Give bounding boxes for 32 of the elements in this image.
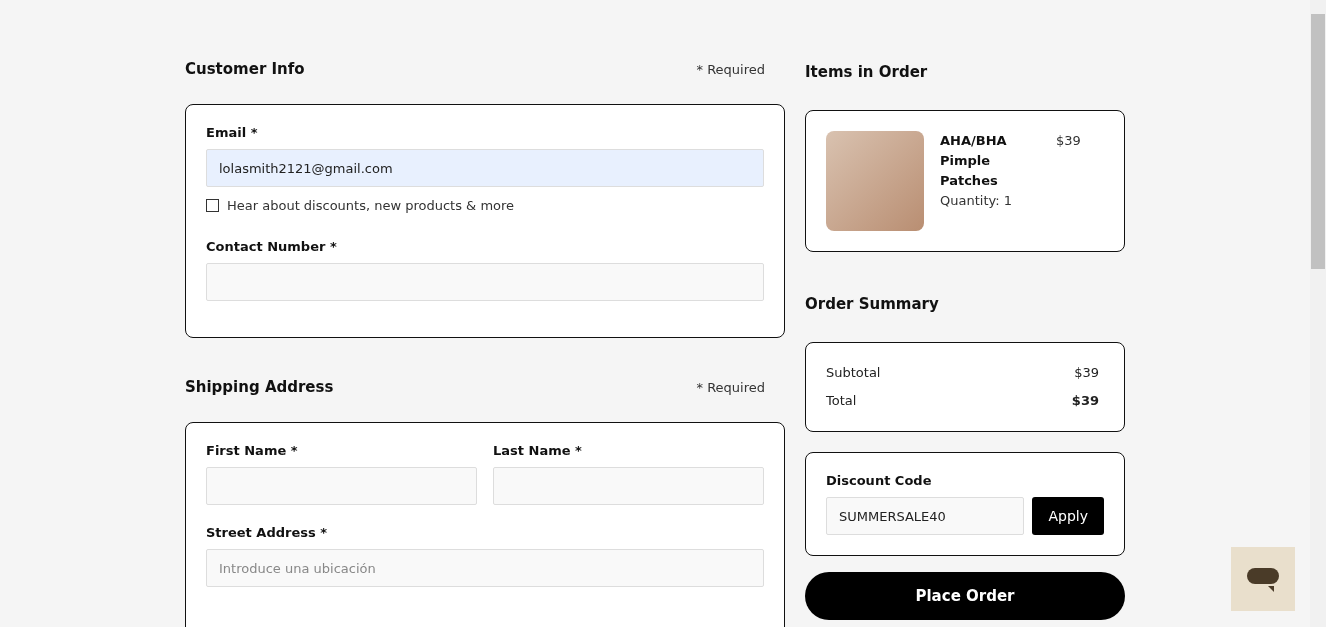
summary-label: Total xyxy=(826,392,857,410)
product-price: $39 xyxy=(1056,132,1081,150)
product-name: AHA/BHA Pimple Patches xyxy=(940,132,1008,190)
section-title: Customer Info xyxy=(185,60,305,78)
chat-bubble-icon xyxy=(1246,566,1280,592)
checkbox-label: Hear about discounts, new products & more xyxy=(227,198,515,213)
contact-number-input[interactable] xyxy=(206,263,764,301)
place-order-button[interactable]: Place Order xyxy=(805,572,1125,620)
required-note: * Required xyxy=(696,61,765,77)
checkbox[interactable] xyxy=(206,199,219,212)
product-quantity: Quantity: 1 xyxy=(940,192,1013,210)
street-address-input[interactable]: Introduce una ubicación xyxy=(206,549,764,587)
field-label: First Name * xyxy=(206,443,299,458)
field-label: Discount Code xyxy=(826,473,933,488)
required-note: * Required xyxy=(696,379,765,395)
summary-value: $39 xyxy=(1071,392,1099,410)
field-label: Email * xyxy=(206,125,259,140)
summary-label: Subtotal xyxy=(826,364,881,382)
section-title: Items in Order xyxy=(805,63,928,81)
field-label: Contact Number * xyxy=(206,239,338,254)
scrollbar[interactable] xyxy=(1310,0,1326,627)
field-label: Street Address * xyxy=(206,525,329,540)
email-input[interactable]: lolasmith2121@gmail.com xyxy=(206,149,764,187)
summary-value: $39 xyxy=(1074,364,1099,382)
first-name-input[interactable] xyxy=(206,467,477,505)
section-title: Order Summary xyxy=(805,295,939,313)
apply-button[interactable]: Apply xyxy=(1032,497,1104,535)
chat-button[interactable] xyxy=(1231,547,1295,611)
field-label: Last Name * xyxy=(493,443,583,458)
section-title: Shipping Address xyxy=(185,378,334,396)
discount-code-input[interactable]: SUMMERSALE40 xyxy=(826,497,1025,535)
last-name-input[interactable] xyxy=(493,467,764,505)
